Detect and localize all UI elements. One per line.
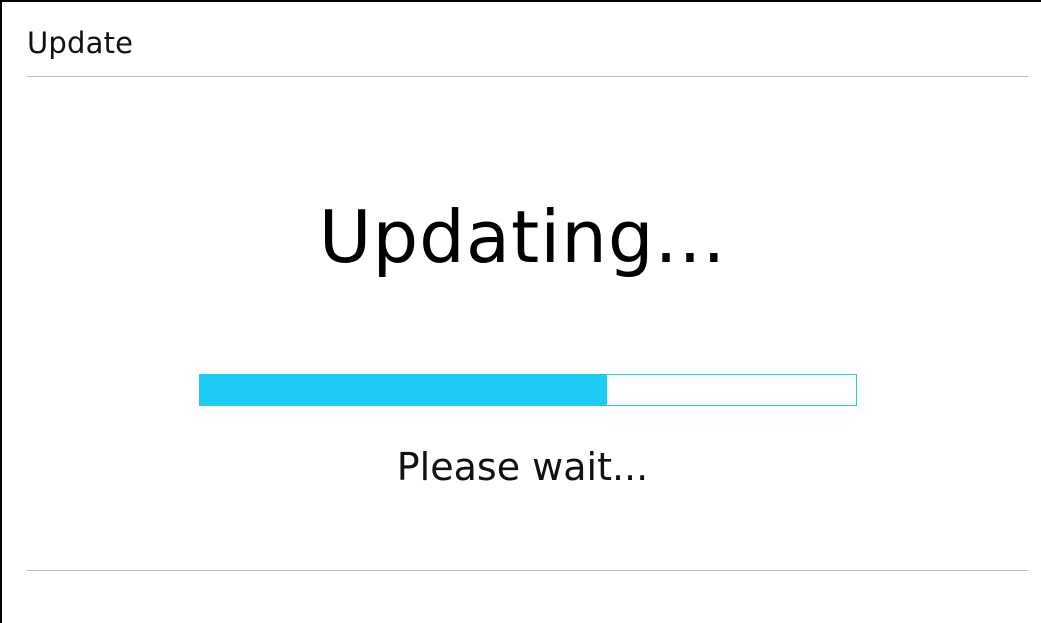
progress-bar-fill bbox=[200, 375, 607, 405]
header-divider bbox=[27, 76, 1028, 77]
progress-bar bbox=[199, 374, 857, 406]
page-title: Update bbox=[27, 26, 134, 60]
status-text: Please wait... bbox=[396, 445, 649, 489]
footer-divider bbox=[27, 570, 1028, 571]
updating-heading: Updating... bbox=[318, 195, 727, 279]
header: Update bbox=[27, 20, 133, 68]
update-screen: Update Updating... Please wait... bbox=[0, 0, 1041, 623]
